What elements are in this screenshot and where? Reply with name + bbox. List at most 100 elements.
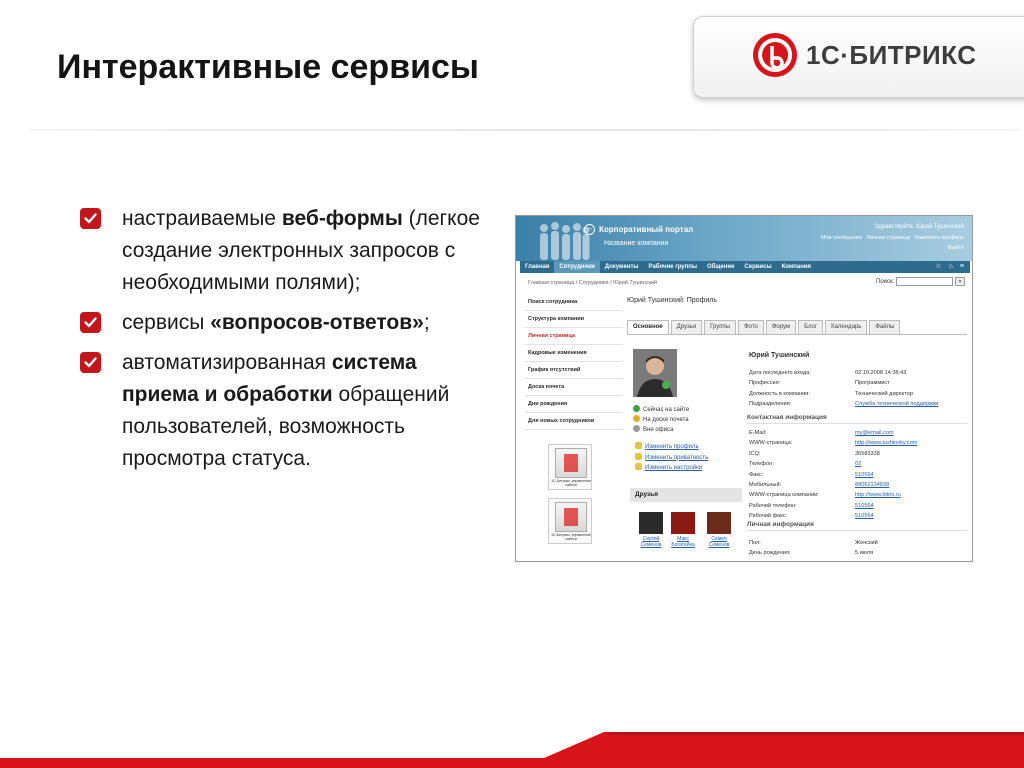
pencil-icon (635, 452, 642, 460)
profile-action-link[interactable]: Изменить профиль (635, 442, 708, 453)
tabs-divider (627, 334, 967, 335)
friends-header: Друзья (630, 488, 742, 502)
detail-value[interactable]: my@email.com (855, 428, 894, 438)
section-heading: Контактная информация (747, 414, 967, 424)
checkbox-checked-icon (80, 312, 101, 333)
friend-card[interactable]: Семен Семенов (704, 512, 734, 548)
favorite-icon[interactable]: ☆ (935, 263, 941, 270)
profile-tab[interactable]: Файлы (869, 320, 901, 334)
promo-box-2[interactable]: 1С-Битрикс: управление сайтом (548, 498, 592, 544)
nav-item[interactable]: Главная (520, 261, 554, 273)
detail-key: ICQ: (749, 450, 761, 457)
friend-photo (639, 512, 663, 534)
sidebar-item[interactable]: Структура компании (525, 311, 623, 328)
profile-tab[interactable]: Фото (738, 320, 764, 334)
detail-row: Мобильный: 89062134838 (749, 480, 969, 490)
search-input[interactable] (896, 277, 953, 286)
portal-top-nav: Главная Сотрудники Документы Рабочие группы… (520, 261, 970, 273)
company-name: Название компании (604, 240, 669, 247)
detail-row: WWW-страница: http://www.tushinsky.com (749, 438, 969, 448)
user-link-personal[interactable]: Личная страница (866, 235, 910, 241)
sidebar-item[interactable]: Доска почета (525, 379, 623, 396)
sidebar-item[interactable]: Для новых сотрудников (525, 413, 623, 430)
profile-tab[interactable]: Форум (765, 320, 797, 334)
bullet-emphasis: «вопросов-ответов» (210, 311, 424, 334)
status-label: Вне офиса (643, 427, 674, 433)
profile-tab[interactable]: Календарь (825, 320, 868, 334)
user-link-edit-profile[interactable]: Изменить профиль (915, 235, 964, 241)
greeting-text: Здравствуйте, Юрий Тушинский (874, 224, 964, 230)
logout-link[interactable]: Выйти (948, 245, 964, 251)
menu-icon[interactable]: ≡ (960, 263, 964, 270)
profile-tab[interactable]: Блог (798, 320, 824, 334)
profile-tab[interactable]: Основное (627, 320, 669, 334)
nav-item[interactable]: Документы (600, 261, 644, 273)
promo-caption: 1С-Битрикс: управление сайтом (551, 533, 591, 541)
search-button[interactable]: » (955, 277, 965, 286)
sidebar-item[interactable]: Дни рождения (525, 396, 623, 413)
friend-name: Семен Семенов (708, 536, 730, 548)
detail-row: День рождения: 5 июля (749, 548, 969, 558)
friend-card[interactable]: Макс Богатейка (668, 512, 698, 548)
home-icon[interactable]: ⌂ (949, 263, 953, 270)
detail-value[interactable]: 510564 (855, 501, 874, 511)
status-label: На доске почета (643, 417, 689, 423)
avatar[interactable] (633, 349, 677, 397)
profile-action-link[interactable]: Изменить приватность (635, 452, 708, 464)
detail-row: WWW-страница компании: http://www.bitrix.… (749, 490, 969, 500)
action-label: Изменить настройки (645, 465, 703, 471)
sidebar-item[interactable]: График отсутствий (525, 362, 623, 379)
status-item: Вне офиса (633, 425, 689, 435)
search-label: Поиск: (876, 279, 895, 285)
product-box-image (555, 502, 587, 532)
detail-key: Факс: (749, 471, 764, 478)
nav-item[interactable]: Рабочие группы (644, 261, 702, 273)
avatar-photo-icon (633, 349, 677, 397)
portal-screenshot: → Корпоративный портал Название компании… (515, 215, 973, 562)
bullet-emphasis: веб-формы (281, 207, 403, 230)
sidebar-item[interactable]: Поиск сотрудника (525, 294, 623, 311)
person-name: Юрий Тушинский (749, 352, 810, 359)
user-links: Мои сообщения Личная страница Изменить п… (821, 235, 964, 241)
detail-row: Должность в компании: Технический директо… (749, 389, 969, 399)
friend-name: Макс Богатейка (671, 536, 695, 548)
detail-key: День рождения: (749, 550, 791, 557)
friend-photo (707, 512, 731, 534)
checkbox-checked-icon (80, 352, 101, 373)
detail-row: Пол: Женский (749, 538, 969, 548)
detail-value[interactable]: 510564 (855, 511, 874, 521)
profile-action-link[interactable]: Изменить настройки (635, 463, 708, 474)
user-link-messages[interactable]: Мои сообщения (821, 235, 862, 241)
detail-key: Телефон: (749, 461, 774, 468)
nav-item[interactable]: Сотрудники (554, 261, 600, 273)
promo-box-1[interactable]: 1С-Битрикс: управление сайтом (548, 444, 592, 490)
bullet-text: ; (423, 311, 430, 334)
profile-tab[interactable]: Группы (704, 320, 737, 334)
footer-band (0, 758, 1024, 768)
footer-accent (544, 732, 1024, 758)
detail-value[interactable]: 510564 (855, 470, 874, 480)
detail-row: Рабочий факс: 510564 (749, 511, 969, 521)
detail-value[interactable]: 02 (855, 459, 861, 469)
detail-value: Женский (855, 540, 878, 546)
profile-tab[interactable]: Друзья (670, 320, 703, 334)
product-box-image (555, 448, 587, 478)
nav-item[interactable]: Сервисы (739, 261, 776, 273)
bullet-text: настраиваемые (122, 207, 282, 230)
friend-card[interactable]: Сергей Семенов (636, 512, 666, 548)
bullet-text: автоматизированная (122, 351, 332, 374)
bullet-text: сервисы (122, 311, 211, 334)
title-divider (30, 129, 1020, 131)
nav-item[interactable]: Компания (777, 261, 816, 273)
detail-value[interactable]: http://www.bitrix.ru (855, 490, 901, 500)
nav-item[interactable]: Общение (702, 261, 739, 273)
sidebar-item[interactable]: Кадровые изменения (525, 345, 623, 362)
detail-value[interactable]: http://www.tushinsky.com (855, 438, 917, 448)
detail-value[interactable]: Служба технической поддержки (855, 399, 938, 409)
detail-value[interactable]: 89062134838 (855, 480, 889, 490)
sidebar-item[interactable]: Личная страница (525, 328, 623, 345)
nav-icons: ☆ ⌂ ≡ (928, 261, 964, 273)
detail-value: Технический директор (855, 390, 914, 397)
breadcrumb[interactable]: Главная страница / Сотрудники / Юрий Туш… (528, 280, 657, 286)
detail-value: 5 июля (855, 550, 874, 557)
